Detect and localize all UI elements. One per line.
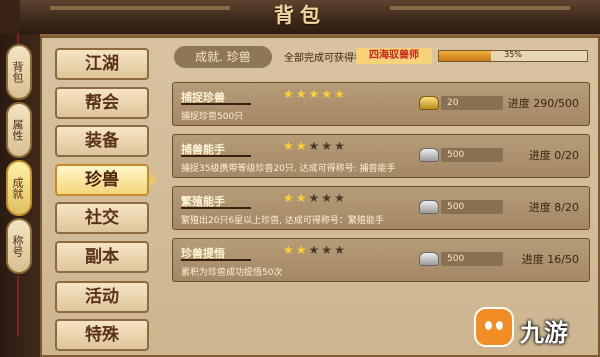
achievement-row[interactable]: 珍兽提悟 ★★★★★ 累积为珍兽成功提悟50次 500 进度 16/50 <box>172 238 590 282</box>
watermark: 九游 <box>474 307 594 351</box>
star-filled-icon: ★ <box>295 87 309 101</box>
reward-amount: 500 <box>441 148 503 162</box>
gold-ingot-icon <box>419 96 439 110</box>
star-rating: ★★★★★ <box>283 139 347 153</box>
reward-amount: 500 <box>441 200 503 214</box>
silver-ingot-icon <box>419 200 439 214</box>
name-underline <box>181 103 251 105</box>
star-filled-icon: ★ <box>295 139 309 153</box>
category-special[interactable]: 特殊 <box>55 319 149 351</box>
achievement-row[interactable]: 捕捉珍兽 ★★★★★ 捕捉珍兽500只 20 进度 290/500 <box>172 82 590 126</box>
star-filled-icon: ★ <box>283 243 296 257</box>
star-empty-icon: ★ <box>308 243 322 257</box>
star-filled-icon: ★ <box>295 191 309 205</box>
side-tab-attributes[interactable]: 属性 <box>6 102 32 158</box>
category-events[interactable]: 活动 <box>55 281 149 313</box>
achievement-description: 繁殖出20只6星以上珍兽, 达成可得称号：繁殖能手 <box>181 216 384 226</box>
side-tab-bag[interactable]: 背包 <box>6 44 32 100</box>
achievement-progress: 进度 8/20 <box>528 201 579 214</box>
achievement-progress: 进度 16/50 <box>521 253 579 266</box>
achievement-description: 捕捉35级携带等级珍兽20只. 达成可得称号: 捕兽能手 <box>181 164 396 174</box>
star-filled-icon: ★ <box>321 87 335 101</box>
category-dungeon[interactable]: 副本 <box>55 241 149 273</box>
star-empty-icon: ★ <box>308 139 322 153</box>
breadcrumb: 成就. 珍兽 <box>174 46 272 68</box>
star-empty-icon: ★ <box>334 139 347 153</box>
side-tab-achievements[interactable]: 成就 <box>6 160 32 216</box>
logo-eye <box>485 321 492 330</box>
name-underline <box>181 259 251 261</box>
achievement-progress: 进度 290/500 <box>507 97 579 110</box>
silver-ingot-icon <box>419 252 439 266</box>
reward-title-badge: 四海驭兽师 <box>356 48 432 64</box>
reward-amount: 20 <box>441 96 503 110</box>
star-rating: ★★★★★ <box>283 87 347 101</box>
achievement-progress: 进度 0/20 <box>528 149 579 162</box>
star-empty-icon: ★ <box>321 139 335 153</box>
tassel-decoration <box>17 276 19 336</box>
overall-progress-bar: 35% <box>438 50 588 62</box>
category-guild[interactable]: 帮会 <box>55 87 149 119</box>
star-filled-icon: ★ <box>295 243 309 257</box>
star-rating: ★★★★★ <box>283 191 347 205</box>
star-empty-icon: ★ <box>308 191 322 205</box>
star-filled-icon: ★ <box>334 87 347 101</box>
side-tab-titles[interactable]: 称号 <box>6 218 32 274</box>
star-empty-icon: ★ <box>321 191 335 205</box>
reward-amount: 500 <box>441 252 503 266</box>
star-filled-icon: ★ <box>283 87 296 101</box>
star-empty-icon: ★ <box>334 191 347 205</box>
category-equipment[interactable]: 装备 <box>55 125 149 157</box>
star-empty-icon: ★ <box>321 243 335 257</box>
jiuyou-logo-icon <box>474 307 514 347</box>
logo-eye <box>496 321 503 330</box>
side-tab-rail: 背包 属性 成就 称号 <box>0 34 40 357</box>
star-filled-icon: ★ <box>283 139 296 153</box>
achievement-description: 累积为珍兽成功提悟50次 <box>181 268 283 278</box>
name-underline <box>181 207 251 209</box>
progress-percent: 35% <box>504 50 522 59</box>
window-title: 背包 <box>274 3 326 27</box>
achievement-row[interactable]: 捕兽能手 ★★★★★ 捕捉35级携带等级珍兽20只. 达成可得称号: 捕兽能手 … <box>172 134 590 178</box>
active-category-arrow-icon <box>149 173 158 187</box>
star-filled-icon: ★ <box>308 87 322 101</box>
silver-ingot-icon <box>419 148 439 162</box>
tassel-decoration <box>17 34 19 44</box>
achievement-row[interactable]: 繁殖能手 ★★★★★ 繁殖出20只6星以上珍兽, 达成可得称号：繁殖能手 500… <box>172 186 590 230</box>
category-pets[interactable]: 珍兽 <box>55 164 149 196</box>
star-filled-icon: ★ <box>283 191 296 205</box>
category-social[interactable]: 社交 <box>55 202 149 234</box>
star-empty-icon: ★ <box>334 243 347 257</box>
name-underline <box>181 155 251 157</box>
watermark-text: 九游 <box>520 319 568 347</box>
category-jianghu[interactable]: 江湖 <box>55 48 149 80</box>
achievement-description: 捕捉珍兽500只 <box>181 112 244 122</box>
star-rating: ★★★★★ <box>283 243 347 257</box>
